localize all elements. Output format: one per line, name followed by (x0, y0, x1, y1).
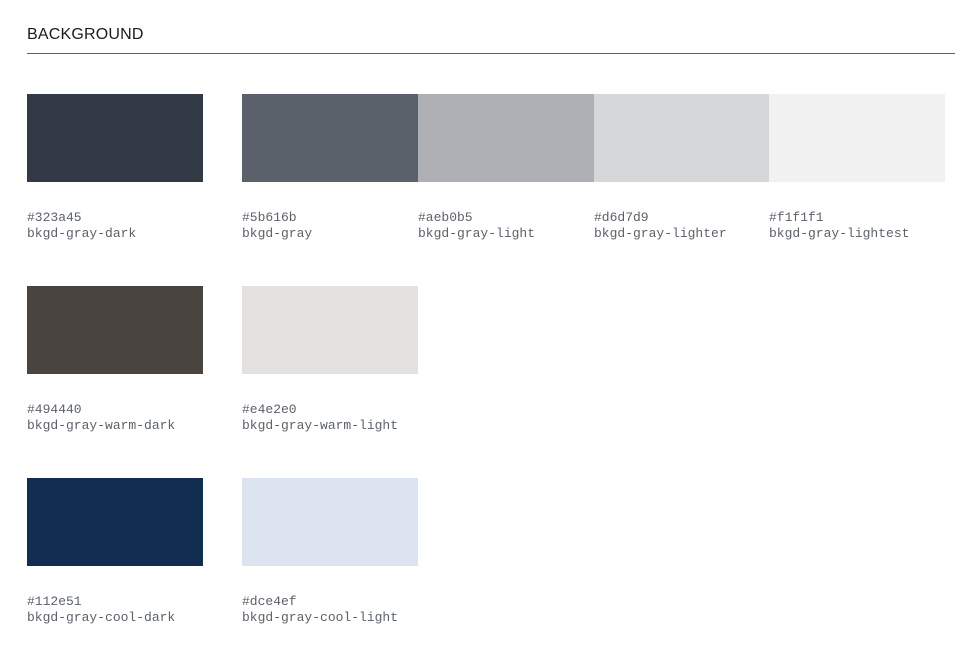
hex-value: #dce4ef (242, 594, 297, 609)
swatch-meta: #dce4ef bkgd-gray-cool-light (242, 594, 398, 626)
color-chip (242, 478, 418, 566)
hex-value: #f1f1f1 (769, 210, 824, 225)
swatch-meta: #d6d7d9 bkgd-gray-lighter (594, 210, 727, 242)
token-name: bkgd-gray-cool-light (242, 610, 399, 625)
swatch-meta: #5b616b bkgd-gray (242, 210, 312, 242)
token-name: bkgd-gray-lighter (594, 226, 727, 241)
swatch-bkgd-gray-warm-light: #e4e2e0 bkgd-gray-warm-light (242, 286, 418, 433)
hex-value: #494440 (27, 402, 82, 417)
token-name: bkgd-gray-light (418, 226, 536, 241)
color-chip (769, 94, 945, 182)
section-title: BACKGROUND (27, 26, 144, 43)
color-chip (242, 286, 418, 374)
hex-value: #323a45 (27, 210, 82, 225)
swatch-meta: #494440 bkgd-gray-warm-dark (27, 402, 175, 434)
swatch-bkgd-gray-cool-dark: #112e51 bkgd-gray-cool-dark (27, 478, 203, 625)
swatch-bkgd-gray-warm-dark: #494440 bkgd-gray-warm-dark (27, 286, 203, 433)
swatch-bkgd-gray-lighter: #d6d7d9 bkgd-gray-lighter (594, 94, 770, 241)
color-chip (27, 286, 203, 374)
hex-value: #e4e2e0 (242, 402, 297, 417)
color-chip (418, 94, 594, 182)
color-chip (242, 94, 418, 182)
color-chip (27, 94, 203, 182)
section-divider (27, 53, 955, 54)
swatch-meta: #f1f1f1 bkgd-gray-lightest (769, 210, 909, 242)
hex-value: #d6d7d9 (594, 210, 649, 225)
token-name: bkgd-gray-dark (27, 226, 137, 241)
swatch-meta: #323a45 bkgd-gray-dark (27, 210, 136, 242)
swatch-bkgd-gray-light: #aeb0b5 bkgd-gray-light (418, 94, 594, 241)
hex-value: #5b616b (242, 210, 297, 225)
swatch-meta: #e4e2e0 bkgd-gray-warm-light (242, 402, 398, 434)
swatch-meta: #aeb0b5 bkgd-gray-light (418, 210, 535, 242)
hex-value: #aeb0b5 (418, 210, 473, 225)
swatch-bkgd-gray: #5b616b bkgd-gray (242, 94, 418, 241)
token-name: bkgd-gray-lightest (769, 226, 910, 241)
swatch-meta: #112e51 bkgd-gray-cool-dark (27, 594, 175, 626)
token-name: bkgd-gray-cool-dark (27, 610, 176, 625)
color-chip (594, 94, 770, 182)
color-chip (27, 478, 203, 566)
swatch-bkgd-gray-cool-light: #dce4ef bkgd-gray-cool-light (242, 478, 418, 625)
swatch-bkgd-gray-lightest: #f1f1f1 bkgd-gray-lightest (769, 94, 945, 241)
hex-value: #112e51 (27, 594, 82, 609)
token-name: bkgd-gray-warm-dark (27, 418, 176, 433)
token-name: bkgd-gray-warm-light (242, 418, 399, 433)
token-name: bkgd-gray (242, 226, 313, 241)
swatch-bkgd-gray-dark: #323a45 bkgd-gray-dark (27, 94, 203, 241)
